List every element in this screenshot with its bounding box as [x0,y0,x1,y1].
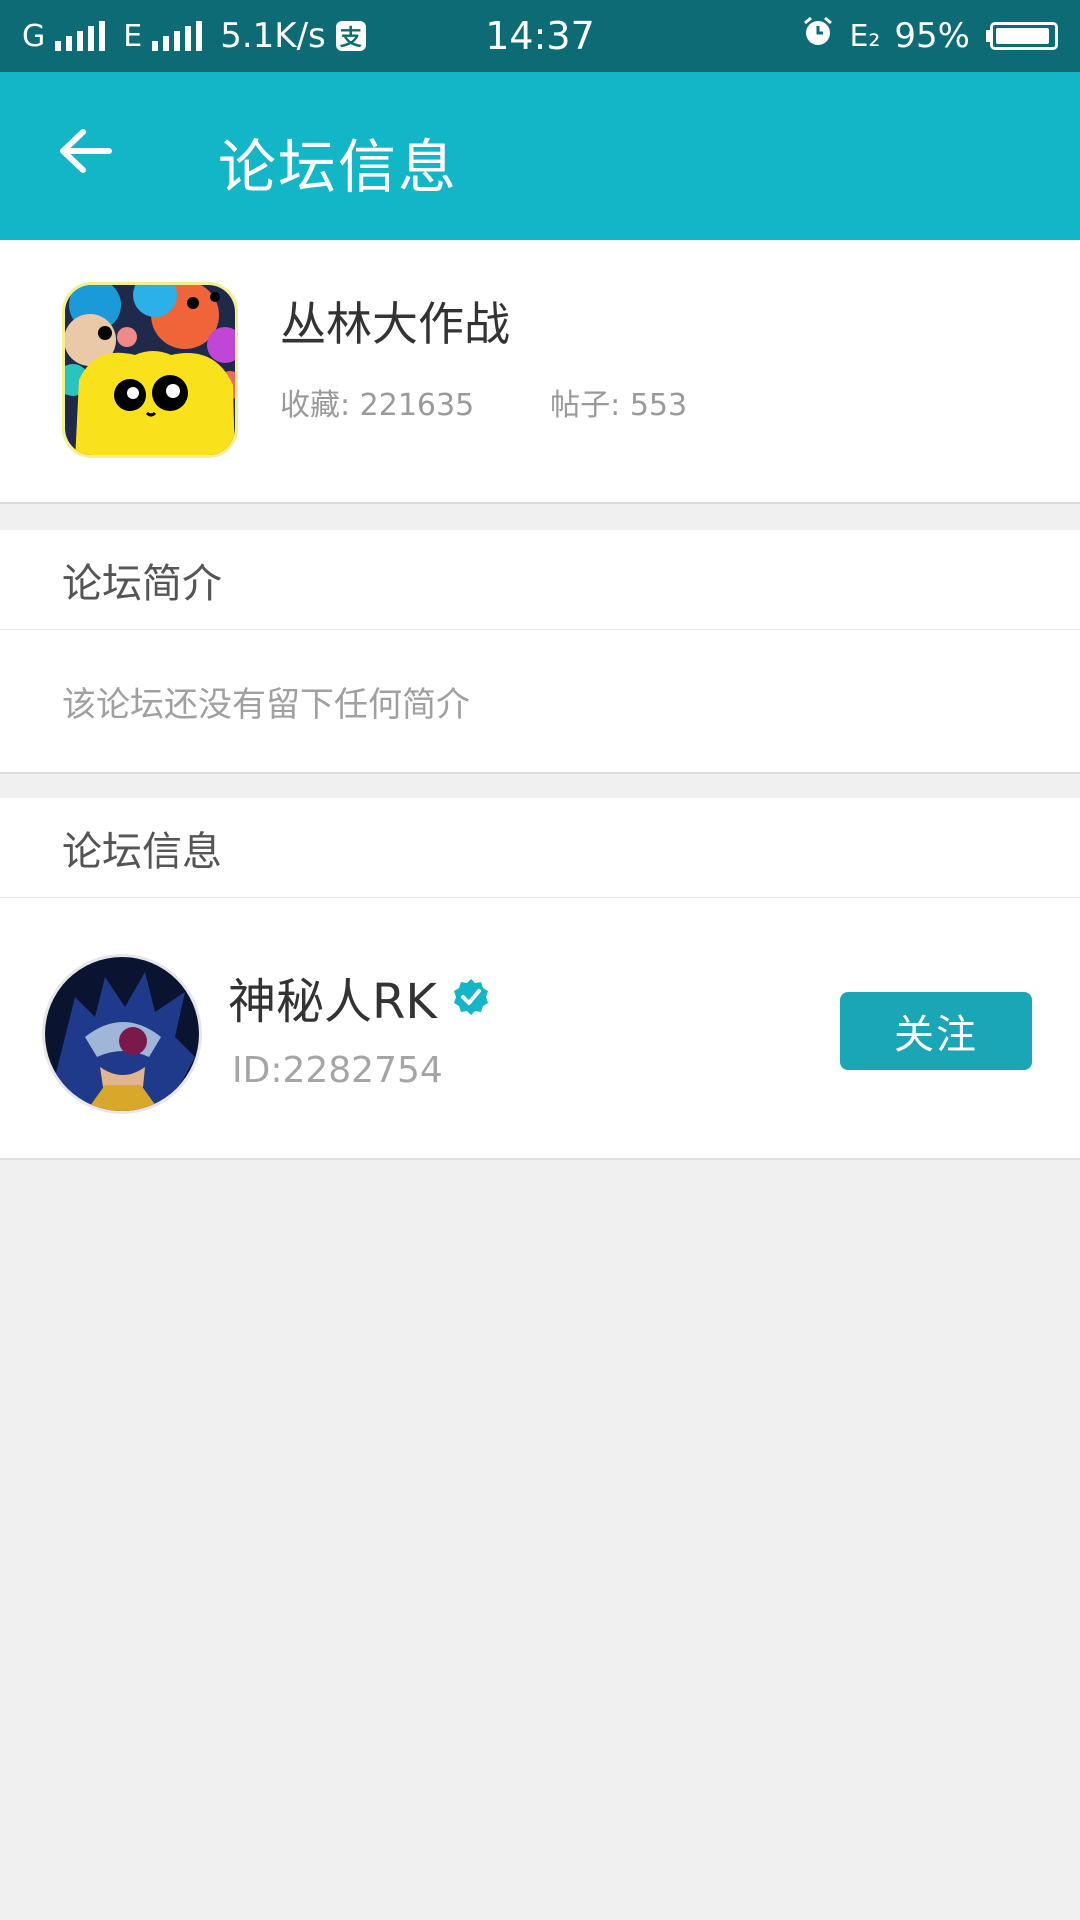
user-name-label: 神秘人RK [228,974,437,1030]
battery-icon [984,22,1058,50]
avatar[interactable] [42,954,202,1114]
forum-header-card: 丛林大作战 收藏: 221635 帖子: 553 [0,240,1080,504]
section-title: 论坛信息 [0,798,1080,898]
back-button[interactable] [50,116,120,186]
section-title: 论坛简介 [0,530,1080,630]
moderator-name: 神秘人RK [228,962,491,1032]
forum-name: 丛林大作战 [280,297,510,351]
pay-icon: 支 [335,21,366,51]
status-right: E₂ 95% [801,15,1058,58]
forum-intro-text: 该论坛还没有留下任何简介 [62,684,470,725]
network-speed: 5.1K/s [220,16,326,56]
app-bar: 论坛信息 [0,72,1080,240]
status-bar: G E 5.1K/s 支 14:37 E₂ 95% [0,0,1080,72]
arrow-left-icon [60,129,112,173]
follow-button[interactable]: 关注 [840,992,1032,1070]
alarm-icon [801,15,835,58]
posts-count: 帖子: 553 [550,388,688,423]
carrier-label: G [22,18,46,54]
network-badge: E₂ [849,18,881,54]
carrier-label: E [123,18,143,54]
favorites-count: 收藏: 221635 [280,388,475,423]
battery-percent: 95% [894,16,970,56]
signal-bars-icon [152,21,203,51]
moderator-id: ID:2282754 [232,1050,443,1091]
verified-badge-icon [453,979,488,1015]
page-title: 论坛信息 [218,133,459,201]
forum-intro-section: 论坛简介 该论坛还没有留下任何简介 [0,530,1080,774]
forum-game-icon [62,282,238,458]
signal-bars-icon [55,21,106,51]
moderator-row[interactable]: 神秘人RK ID:2282754 关注 [0,898,1080,1160]
status-left: G E 5.1K/s 支 [22,16,801,56]
forum-stats: 收藏: 221635 帖子: 553 [280,380,687,424]
forum-info-section: 论坛信息 神秘人RK ID:2282754 关注 [0,798,1080,1160]
